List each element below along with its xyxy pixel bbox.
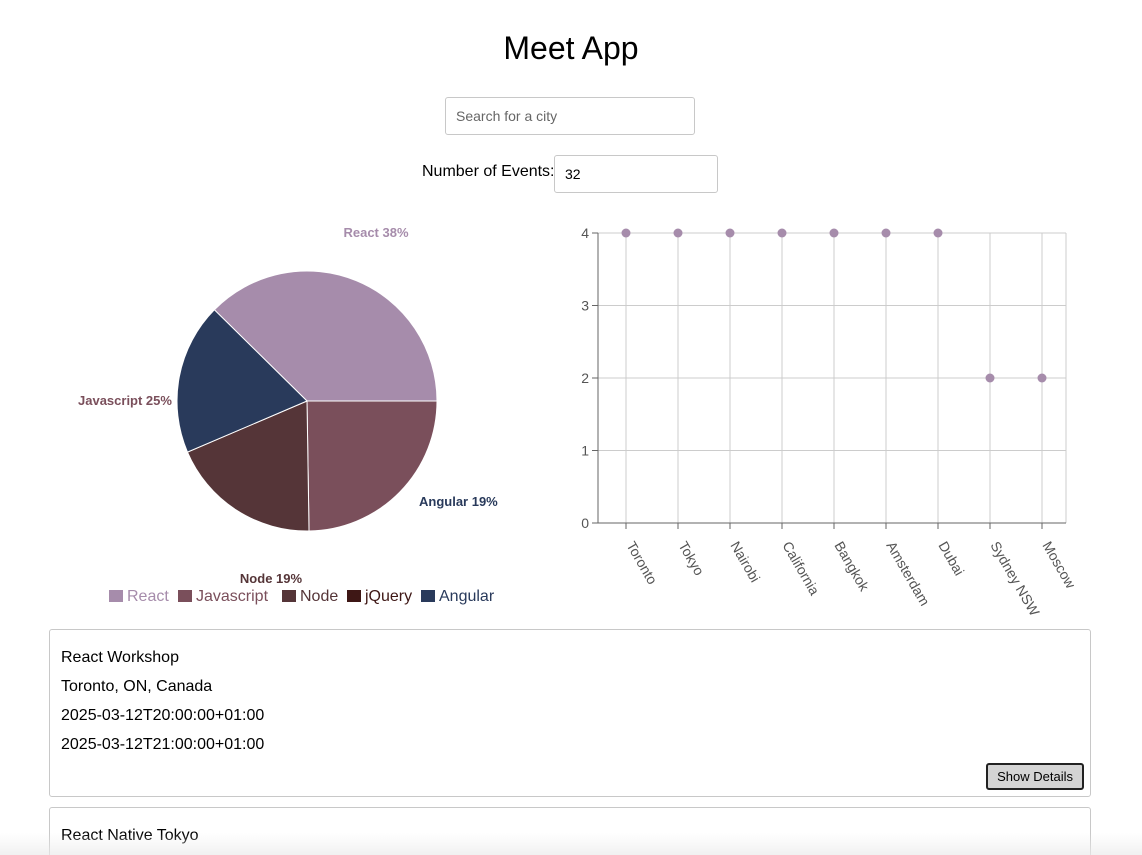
genre-pie-chart: React 38% Javascript 25% Node 19% Angular 1… xyxy=(60,215,530,615)
pie-slice-javascript xyxy=(306,400,438,532)
scatter-point xyxy=(777,228,787,238)
legend-swatch xyxy=(109,590,123,602)
pie-slice-label: React 38% xyxy=(343,225,408,240)
y-tick-label: 2 xyxy=(581,370,589,386)
legend-label: jQuery xyxy=(364,588,412,605)
legend-label: Node xyxy=(300,588,338,605)
legend-item-node: Node xyxy=(282,588,338,605)
x-tick-label: Toronto xyxy=(623,539,660,588)
pie-slice-label: Node 19% xyxy=(240,571,303,586)
legend-label: Javascript xyxy=(196,588,269,605)
scatter-point xyxy=(621,228,631,238)
legend-item-react: React xyxy=(109,588,169,605)
event-start-time: 2025-03-12T20:00:00+01:00 xyxy=(61,707,265,724)
legend-item-angular: Angular xyxy=(421,588,495,605)
x-tick-label: Bangkok xyxy=(831,539,873,595)
show-details-button[interactable]: Show Details xyxy=(986,763,1084,790)
event-summary: React Native Tokyo xyxy=(61,827,199,844)
pie-slice-label: Angular 19% xyxy=(419,494,498,509)
event-card: React Workshop Toronto, ON, Canada 2025-… xyxy=(49,629,1091,797)
legend-swatch xyxy=(421,590,435,602)
x-tick-label: Tokyo xyxy=(675,539,707,579)
legend-item-jquery: jQuery xyxy=(347,588,412,605)
pie-chart-svg: React 38% Javascript 25% Node 19% Angular 1… xyxy=(78,225,498,605)
scatter-point xyxy=(725,228,735,238)
number-of-events-label: Number of Events: xyxy=(422,163,555,180)
x-tick-label: California xyxy=(779,539,823,598)
scatter-point xyxy=(829,228,839,238)
legend-label: Angular xyxy=(439,588,495,605)
scatter-point xyxy=(673,228,683,238)
x-tick-label: Sydney NSW xyxy=(987,539,1043,620)
x-tick-label: Dubai xyxy=(935,539,967,579)
x-tick-label: Moscow xyxy=(1039,539,1079,592)
number-of-events-input[interactable] xyxy=(554,155,718,193)
legend-label: React xyxy=(127,588,169,605)
x-tick-label: Nairobi xyxy=(727,539,763,585)
legend-swatch xyxy=(282,590,296,602)
city-events-scatter-chart: 0 1 2 3 4 Toronto Tokyo Nairobi California Bangko… xyxy=(560,215,1090,620)
legend-item-javascript: Javascript xyxy=(178,588,269,605)
scatter-chart-svg: 0 1 2 3 4 Toronto Tokyo Nairobi California Bangko… xyxy=(581,225,1079,620)
y-tick-label: 1 xyxy=(581,443,589,459)
y-tick-label: 4 xyxy=(581,225,589,241)
scatter-point xyxy=(985,373,995,383)
event-end-time: 2025-03-12T21:00:00+01:00 xyxy=(61,736,265,753)
event-summary: React Workshop xyxy=(61,649,179,666)
scatter-point xyxy=(933,228,943,238)
scatter-point xyxy=(1037,373,1047,383)
y-tick-label: 3 xyxy=(581,298,589,314)
y-tick-label: 0 xyxy=(581,515,589,531)
legend-swatch xyxy=(178,590,192,602)
scatter-point xyxy=(881,228,891,238)
legend-swatch xyxy=(347,590,361,602)
pie-slice-label: Javascript 25% xyxy=(78,393,172,408)
city-search-input[interactable] xyxy=(445,97,695,135)
app-title: Meet App xyxy=(503,30,639,66)
event-location: Toronto, ON, Canada xyxy=(61,678,213,695)
meet-app-page: Meet App Number of Events: React 38% Java… xyxy=(0,0,1142,855)
event-card: React Native Tokyo xyxy=(49,807,1091,855)
x-tick-label: Amsterdam xyxy=(883,539,933,609)
